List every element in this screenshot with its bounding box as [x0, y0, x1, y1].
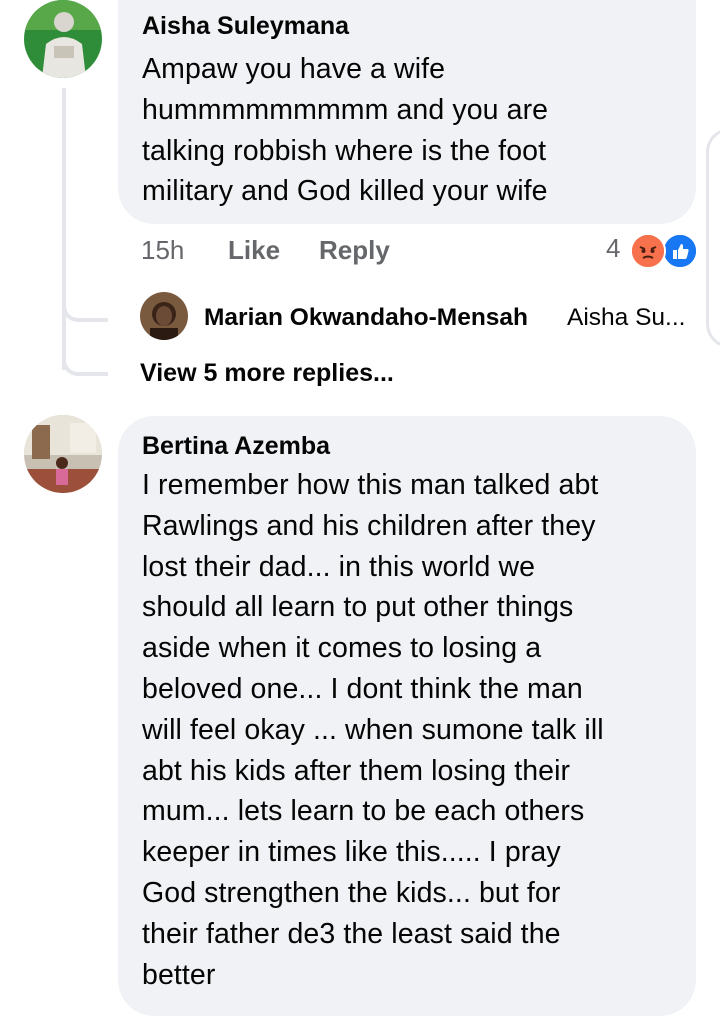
- reply-avatar[interactable]: [140, 292, 188, 340]
- avatar[interactable]: [24, 415, 102, 493]
- reply-button[interactable]: Reply: [319, 235, 390, 266]
- comment-bubble: Aisha Suleymana Ampaw you have a wife hu…: [118, 0, 696, 224]
- thread-line-branch-1: [62, 298, 108, 322]
- comment-author[interactable]: Aisha Suleymana: [142, 12, 349, 41]
- thread-line-branch-2: [62, 352, 108, 376]
- profile-photo: [24, 0, 102, 78]
- comment-bubble: Bertina Azemba I remember how this man t…: [118, 416, 696, 1016]
- comment-author[interactable]: Bertina Azemba: [142, 432, 330, 461]
- comment-timestamp[interactable]: 15h: [141, 235, 184, 266]
- view-more-replies-link[interactable]: View 5 more replies...: [140, 359, 394, 388]
- side-panel-edge: [706, 128, 720, 348]
- avatar[interactable]: [24, 0, 102, 78]
- like-button[interactable]: Like: [228, 235, 280, 266]
- reaction-count[interactable]: 4: [606, 233, 620, 264]
- thread-line-vertical: [62, 88, 66, 370]
- reply-snippet[interactable]: Aisha Su...: [567, 304, 685, 332]
- comment-text: Ampaw you have a wife hummmmmmmmm and yo…: [142, 53, 549, 208]
- profile-photo: [24, 415, 102, 493]
- profile-photo: [140, 292, 188, 340]
- like-reaction-icon[interactable]: [662, 233, 698, 269]
- reply-author[interactable]: Marian Okwandaho-Mensah: [204, 304, 528, 332]
- angry-reaction-icon[interactable]: [630, 233, 666, 269]
- comment-text: I remember how this man talked abt Rawli…: [142, 469, 604, 991]
